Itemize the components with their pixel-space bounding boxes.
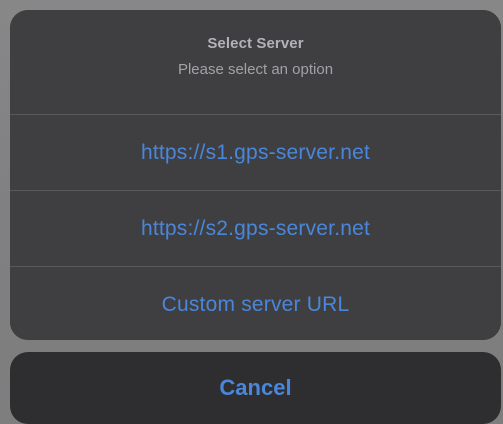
cancel-button[interactable]: Cancel: [10, 352, 501, 424]
sheet-gap: [10, 340, 501, 352]
custom-server-url-option[interactable]: Custom server URL: [10, 267, 501, 340]
action-sheet: Select Server Please select an option ht…: [10, 10, 501, 340]
server-1-option[interactable]: https://s1.gps-server.net: [10, 115, 501, 190]
custom-server-url-label: Custom server URL: [161, 292, 350, 316]
action-sheet-subtitle: Please select an option: [177, 61, 334, 78]
server-2-option[interactable]: https://s2.gps-server.net: [10, 191, 501, 266]
server-1-label: https://s1.gps-server.net: [140, 140, 371, 164]
action-sheet-title: Select Server: [207, 35, 304, 52]
server-2-label: https://s2.gps-server.net: [140, 216, 371, 240]
cancel-label: Cancel: [219, 375, 292, 400]
action-sheet-header: Select Server Please select an option: [10, 10, 501, 114]
